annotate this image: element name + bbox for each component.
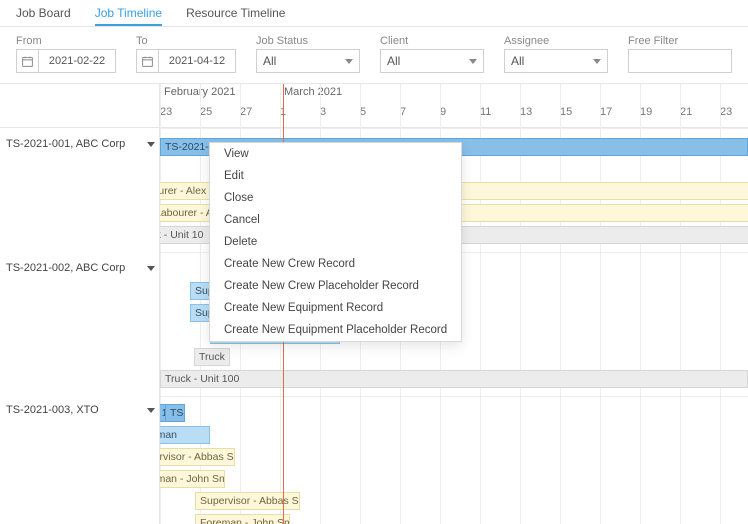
tab-job-timeline[interactable]: Job Timeline: [95, 6, 162, 26]
calendar-icon[interactable]: [17, 50, 39, 72]
day-label: 23: [160, 106, 200, 128]
chevron-down-icon[interactable]: [147, 266, 155, 271]
tabstrip: Job Board Job Timeline Resource Timeline: [0, 0, 748, 27]
month-label: March 2021: [280, 86, 748, 102]
menu-delete[interactable]: Delete: [210, 231, 461, 253]
client-select[interactable]: All: [380, 49, 484, 73]
day-label: 11: [480, 106, 520, 128]
menu-cancel[interactable]: Cancel: [210, 209, 461, 231]
day-label: 17: [600, 106, 640, 128]
from-date-input[interactable]: 2021-02-22: [16, 49, 116, 73]
chevron-down-icon: [593, 59, 601, 64]
to-date-value: 2021-04-12: [159, 55, 235, 67]
to-date-input[interactable]: 2021-04-12: [136, 49, 236, 73]
menu-create-crew-ph[interactable]: Create New Crew Placeholder Record: [210, 275, 461, 297]
day-label: 5: [360, 106, 400, 128]
day-label: 25: [200, 106, 240, 128]
day-label: 15: [560, 106, 600, 128]
assignee-select[interactable]: All: [504, 49, 608, 73]
task-bar[interactable]: Foreman - John Smith: [195, 514, 290, 524]
menu-close[interactable]: Close: [210, 187, 461, 209]
tab-resource-timeline[interactable]: Resource Timeline: [186, 6, 285, 26]
client-label: Client: [380, 35, 484, 47]
timeline-header: February 2021 March 2021 23 25 27 1 3 5 …: [160, 84, 748, 128]
day-label: 1: [280, 106, 320, 128]
day-label: 7: [400, 106, 440, 128]
to-label: To: [136, 35, 236, 47]
month-label: February 2021: [160, 86, 280, 102]
menu-view[interactable]: View: [210, 143, 461, 165]
from-date-value: 2021-02-22: [39, 55, 115, 67]
calendar-icon[interactable]: [137, 50, 159, 72]
assignee-label: Assignee: [504, 35, 608, 47]
day-label: 27: [240, 106, 280, 128]
status-label: Job Status: [256, 35, 360, 47]
task-bar[interactable]: Truck - Unit 100: [160, 370, 748, 388]
day-label: 19: [640, 106, 680, 128]
task-bar[interactable]: Foreman - John Smith: [160, 470, 225, 488]
timeline: February 2021 March 2021 23 25 27 1 3 5 …: [160, 84, 748, 524]
assignee-value: All: [511, 54, 524, 68]
day-label: 13: [520, 106, 560, 128]
job-row-label: TS-2021-001, ABC Corp: [6, 138, 125, 150]
day-label: 21: [680, 106, 720, 128]
free-filter-input[interactable]: [628, 49, 732, 73]
status-select[interactable]: All: [256, 49, 360, 73]
task-bar[interactable]: Truck: [194, 348, 230, 366]
job-row-label: TS-2021-003, XTO: [6, 404, 99, 416]
from-label: From: [16, 35, 116, 47]
job-list: TS-2021-001, ABC Corp TS-2021-002, ABC C…: [0, 84, 160, 524]
menu-create-equip-ph[interactable]: Create New Equipment Placeholder Record: [210, 319, 461, 341]
task-bar[interactable]: Supervisor - Abbas Sarraf: [160, 448, 235, 466]
menu-create-crew[interactable]: Create New Crew Record: [210, 253, 461, 275]
job-row-label: TS-2021-002, ABC Corp: [6, 262, 125, 274]
chevron-down-icon[interactable]: [147, 408, 155, 413]
job-row-header[interactable]: TS-2021-003, XTO: [6, 404, 155, 416]
status-value: All: [263, 54, 276, 68]
chevron-down-icon: [345, 59, 353, 64]
filter-bar: From 2021-02-22 To 2021-04-12 Job Status…: [0, 27, 748, 83]
chevron-down-icon: [469, 59, 477, 64]
day-label: 9: [440, 106, 480, 128]
day-label: 3: [320, 106, 360, 128]
job-row-header[interactable]: TS-2021-001, ABC Corp: [6, 138, 155, 150]
menu-edit[interactable]: Edit: [210, 165, 461, 187]
chevron-down-icon[interactable]: [147, 142, 155, 147]
client-value: All: [387, 54, 400, 68]
job-summary-bar[interactable]: TS-: [165, 404, 185, 422]
task-bar[interactable]: Supervisor - Abbas Sarraf: [195, 492, 300, 510]
tab-job-board[interactable]: Job Board: [16, 6, 71, 26]
task-bar[interactable]: Foreman: [160, 426, 210, 444]
menu-create-equip[interactable]: Create New Equipment Record: [210, 297, 461, 319]
job-row-header[interactable]: TS-2021-002, ABC Corp: [6, 262, 155, 274]
day-label: 23: [720, 106, 748, 128]
free-filter-label: Free Filter: [628, 35, 732, 47]
context-menu: View Edit Close Cancel Delete Create New…: [209, 142, 462, 342]
